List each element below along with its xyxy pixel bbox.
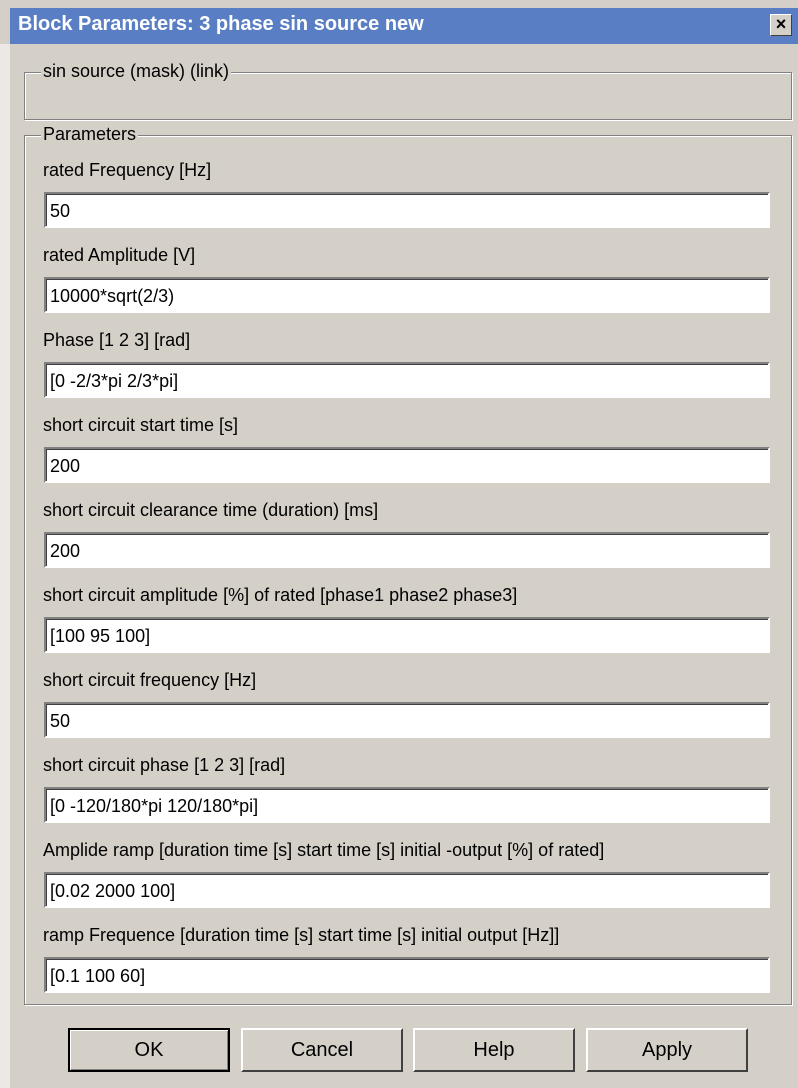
sc-start-time-label: short circuit start time [s] bbox=[43, 415, 239, 435]
sc-clearance-time-input[interactable]: 200 bbox=[44, 532, 770, 568]
sc-phase-label: short circuit phase [1 2 3] [rad] bbox=[43, 755, 286, 775]
amplitude-ramp-label: Amplide ramp [duration time [s] start ti… bbox=[43, 840, 605, 860]
ok-button[interactable]: OK bbox=[68, 1028, 230, 1072]
ramp-frequence-input[interactable]: [0.1 100 60] bbox=[44, 957, 770, 993]
sc-frequency-label: short circuit frequency [Hz] bbox=[43, 670, 257, 690]
close-button[interactable]: × bbox=[770, 14, 792, 36]
sc-frequency-input[interactable]: 50 bbox=[44, 702, 770, 738]
help-button[interactable]: Help bbox=[413, 1028, 575, 1072]
rated-frequency-label: rated Frequency [Hz] bbox=[43, 160, 212, 180]
ramp-frequence-label: ramp Frequence [duration time [s] start … bbox=[43, 925, 560, 945]
parameters-group-label: Parameters bbox=[41, 124, 139, 145]
rated-amplitude-label: rated Amplitude [V] bbox=[43, 245, 196, 265]
sc-amplitude-label: short circuit amplitude [%] of rated [ph… bbox=[43, 585, 518, 605]
background-window-strip bbox=[0, 44, 10, 1088]
rated-amplitude-input[interactable]: 10000*sqrt(2/3) bbox=[44, 277, 770, 313]
mask-group-label: sin source (mask) (link) bbox=[41, 61, 232, 82]
rated-frequency-input[interactable]: 50 bbox=[44, 192, 770, 228]
sc-start-time-input[interactable]: 200 bbox=[44, 447, 770, 483]
sc-amplitude-input[interactable]: [100 95 100] bbox=[44, 617, 770, 653]
apply-button[interactable]: Apply bbox=[586, 1028, 748, 1072]
title-bar[interactable]: Block Parameters: 3 phase sin source new… bbox=[10, 8, 798, 44]
mask-description-group: sin source (mask) (link) bbox=[24, 61, 792, 120]
phase-input[interactable]: [0 -2/3*pi 2/3*pi] bbox=[44, 362, 770, 398]
close-icon: × bbox=[775, 14, 787, 34]
window-title: Block Parameters: 3 phase sin source new bbox=[18, 13, 424, 35]
cancel-button[interactable]: Cancel bbox=[241, 1028, 403, 1072]
sc-phase-input[interactable]: [0 -120/180*pi 120/180*pi] bbox=[44, 787, 770, 823]
amplitude-ramp-input[interactable]: [0.02 2000 100] bbox=[44, 872, 770, 908]
sc-clearance-time-label: short circuit clearance time (duration) … bbox=[43, 500, 379, 520]
phase-label: Phase [1 2 3] [rad] bbox=[43, 330, 191, 350]
